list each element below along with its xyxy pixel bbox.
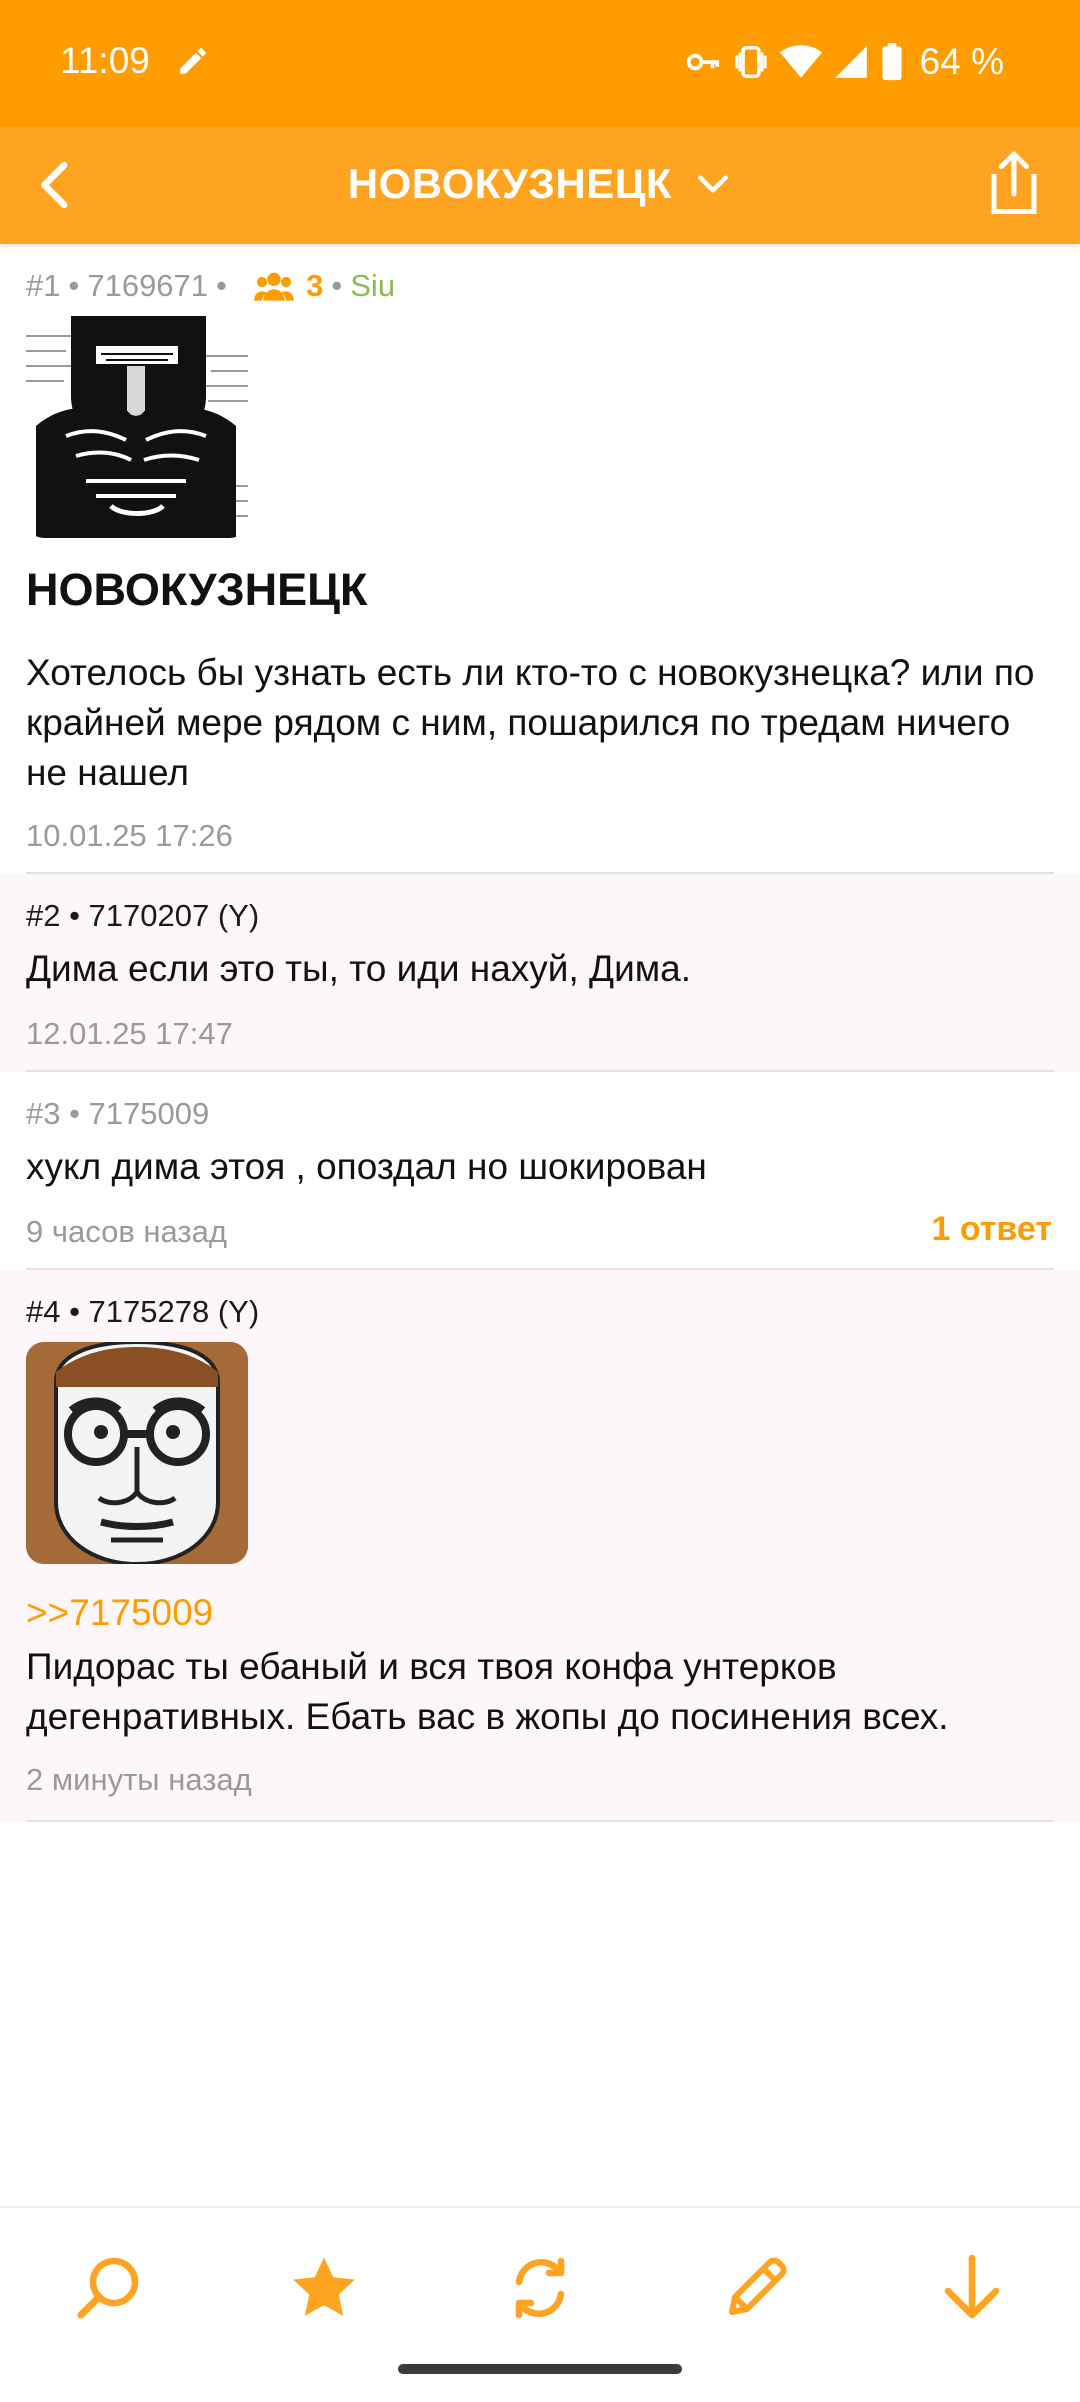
app-bar: НОВОКУЗНЕЦК (0, 127, 1080, 244)
post-2[interactable]: #2 • 7170207 (Y) Дима если это ты, то ид… (0, 874, 1080, 1072)
signal-icon (834, 46, 867, 78)
vibrate-icon (734, 46, 767, 78)
search-icon[interactable] (72, 2252, 144, 2324)
post-timestamp: 10.01.25 17:26 (26, 818, 233, 853)
wifi-icon (779, 45, 822, 78)
post-meta: #1 • 7169671 • 3 • Siu (26, 268, 396, 303)
post-image[interactable] (26, 1342, 248, 1564)
post-4[interactable]: #4 • 7175278 (Y) >>7175009 Пидорас ты еб… (0, 1270, 1080, 1822)
post-meta: #2 • 7170207 (Y) (26, 898, 260, 933)
post-body: Хотелось бы узнать есть ли кто-то с ново… (26, 652, 1035, 793)
edit-icon (180, 48, 206, 74)
post-timestamp: 9 часов назад (26, 1214, 227, 1249)
post-meta: #4 • 7175278 (Y) (26, 1294, 260, 1329)
post-meta: #3 • 7175009 (26, 1096, 210, 1131)
home-indicator[interactable] (398, 2364, 682, 2374)
refresh-icon[interactable] (504, 2252, 576, 2324)
hands-over-face-illustration (26, 316, 248, 538)
status-time: 11:09 (60, 40, 150, 81)
post-timestamp: 12.01.25 17:47 (26, 1016, 233, 1051)
post-number: #1 (26, 268, 61, 303)
battery-icon (882, 43, 902, 81)
participants-count: 3 (306, 268, 324, 303)
author-name: Siu (350, 268, 396, 303)
star-icon[interactable] (288, 2252, 360, 2324)
post-timestamp: 2 минуты назад (26, 1762, 252, 1797)
post-body: Пидорас ты ебаный и вся твоя конфа унтер… (26, 1646, 949, 1737)
divider (26, 1820, 1054, 1822)
chevron-down-icon (698, 175, 729, 193)
post-id: 7169671 (87, 268, 209, 303)
post-body: хукл дима этоя , опоздал но шокирован (26, 1146, 707, 1187)
cartoon-face-illustration (26, 1342, 248, 1564)
post-body: Дима если это ты, то иди нахуй, Дима. (26, 948, 692, 989)
share-icon[interactable] (984, 149, 1044, 219)
status-bar: 11:09 64 % (0, 0, 1080, 127)
post-image[interactable] (26, 316, 248, 538)
post-3[interactable]: #3 • 7175009 хукл дима этоя , опоздал но… (0, 1072, 1080, 1270)
battery-percent: 64 % (919, 41, 1004, 82)
app-bar-title: НОВОКУЗНЕЦК (347, 160, 673, 207)
post-1[interactable]: #1 • 7169671 • 3 • Siu НОВОКУЗНЕЦК Хотелось б… (0, 244, 1080, 874)
pencil-icon[interactable] (720, 2252, 792, 2324)
post-title: НОВОКУЗНЕЦК (26, 564, 368, 615)
users-icon (253, 272, 294, 301)
reply-reference-link[interactable]: >>7175009 (26, 1592, 213, 1634)
arrow-down-icon[interactable] (936, 2252, 1008, 2324)
key-icon (686, 53, 719, 71)
replies-link[interactable]: 1 ответ (932, 1210, 1053, 1249)
status-icons: 64 % (684, 34, 1004, 90)
thread-title-dropdown[interactable]: НОВОКУЗНЕЦК (0, 160, 1080, 208)
